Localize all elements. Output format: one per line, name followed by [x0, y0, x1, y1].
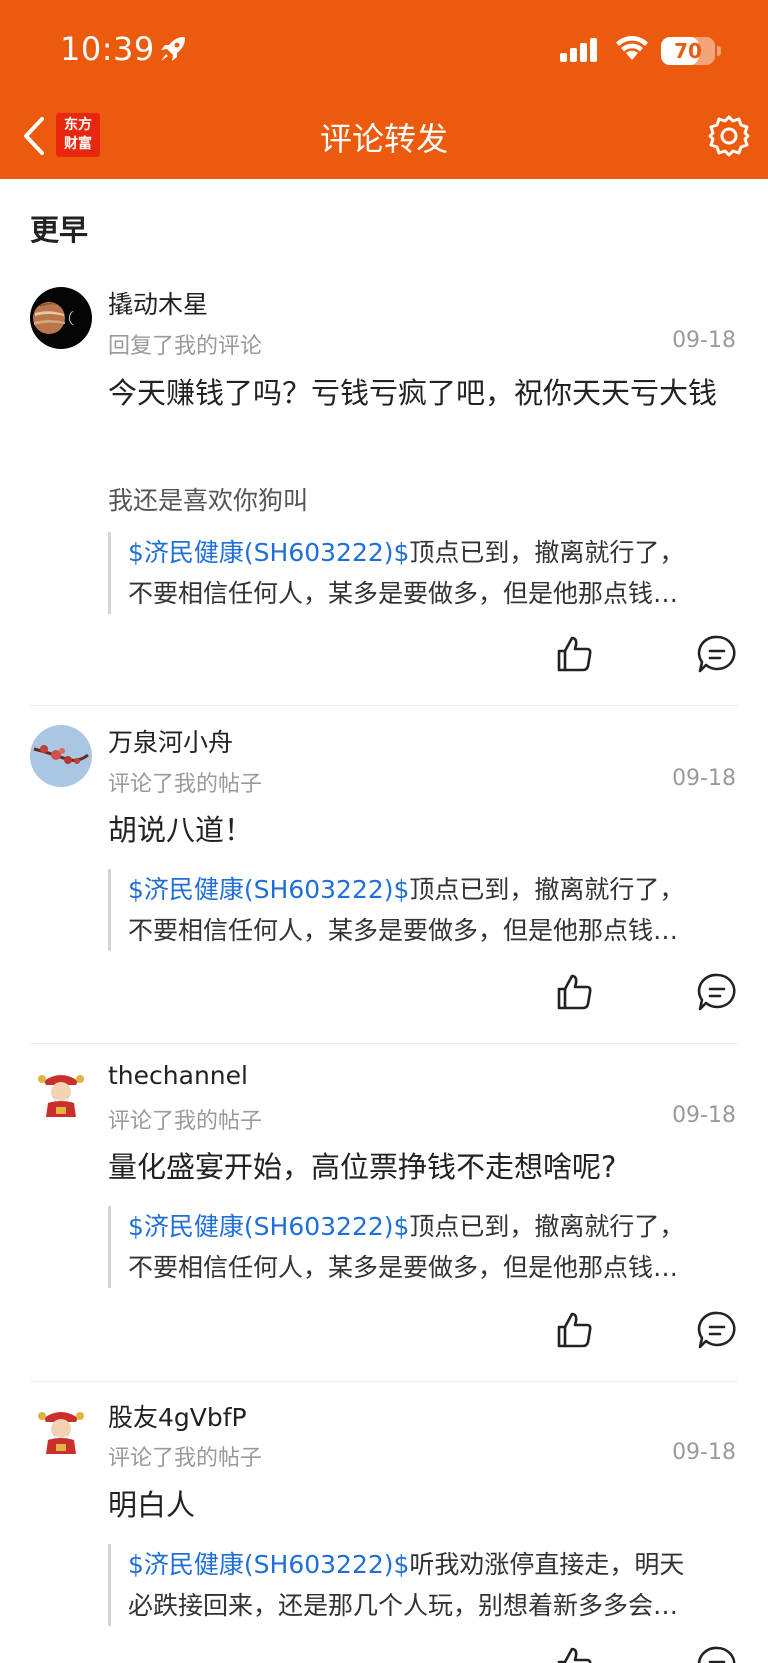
- reply-text: 我还是喜欢你狗叫: [108, 486, 309, 515]
- battery-indicator: 70: [661, 37, 715, 65]
- date: 09-18: [672, 1440, 736, 1465]
- action-text: 评论了我的帖子: [108, 772, 263, 797]
- divider: [30, 1381, 738, 1382]
- thumbs-up-icon[interactable]: [555, 634, 595, 674]
- avatar[interactable]: [30, 1400, 92, 1462]
- battery-text: 70: [674, 39, 702, 63]
- username[interactable]: thechannel: [108, 1061, 248, 1090]
- quote-text: 顶点已到，撤离就行了，: [409, 875, 685, 904]
- stock-ticker-link[interactable]: $济民健康(SH603222)$: [128, 875, 409, 904]
- username[interactable]: 万泉河小舟: [108, 723, 233, 759]
- comment-bubble-icon[interactable]: [697, 634, 737, 674]
- gear-icon[interactable]: [707, 114, 751, 158]
- rocket-icon: [161, 37, 185, 61]
- quote-text: 顶点已到，撤离就行了，: [409, 1212, 685, 1241]
- quote-text-line2: 不要相信任何人，某多是要做多，但是他那点钱…: [128, 579, 679, 608]
- battery-tip: [717, 46, 721, 56]
- thumbs-up-icon[interactable]: [555, 1645, 595, 1663]
- username[interactable]: 股友4gVbfP: [108, 1398, 247, 1434]
- quoted-post[interactable]: $济民健康(SH603222)$听我劝涨停直接走，明天 必跌接回来，还是那几个人…: [108, 1544, 738, 1626]
- comment-text[interactable]: 今天赚钱了吗？亏钱亏疯了吧，祝你天天亏大钱: [108, 371, 728, 415]
- stock-ticker-link[interactable]: $济民健康(SH603222)$: [128, 1550, 409, 1579]
- date: 09-18: [672, 766, 736, 791]
- action-text: 评论了我的帖子: [108, 1446, 263, 1471]
- avatar[interactable]: [30, 725, 92, 787]
- stock-ticker-link[interactable]: $济民健康(SH603222)$: [128, 1212, 409, 1241]
- date: 09-18: [672, 1103, 736, 1128]
- avatar[interactable]: [30, 1063, 92, 1125]
- avatar[interactable]: [30, 287, 92, 349]
- date: 09-18: [672, 328, 736, 353]
- username[interactable]: 撬动木星: [108, 285, 208, 321]
- action-text: 评论了我的帖子: [108, 1109, 263, 1134]
- wifi-icon: [616, 36, 648, 60]
- signal-icon: [560, 38, 597, 62]
- divider: [30, 1043, 738, 1044]
- comment-text[interactable]: 胡说八道！: [108, 808, 728, 852]
- page-title: 评论转发: [319, 120, 448, 158]
- comment-bubble-icon[interactable]: [697, 972, 737, 1012]
- comment-bubble-icon[interactable]: [697, 1310, 737, 1350]
- comment-bubble-icon[interactable]: [697, 1645, 737, 1663]
- quote-text-line2: 必跌接回来，还是那几个人玩，别想着新多多会…: [128, 1591, 679, 1620]
- quote-text-line2: 不要相信任何人，某多是要做多，但是他那点钱…: [128, 1253, 679, 1282]
- comment-text[interactable]: 量化盛宴开始，高位票挣钱不走想啥呢?: [108, 1145, 728, 1189]
- section-title: 更早: [30, 213, 89, 247]
- quote-text: 顶点已到，撤离就行了，: [409, 538, 685, 567]
- quote-text: 听我劝涨停直接走，明天: [409, 1550, 685, 1579]
- divider: [30, 705, 738, 706]
- thumbs-up-icon[interactable]: [555, 1310, 595, 1350]
- quoted-post[interactable]: $济民健康(SH603222)$顶点已到，撤离就行了， 不要相信任何人，某多是要…: [108, 1206, 738, 1288]
- quoted-post[interactable]: $济民健康(SH603222)$顶点已到，撤离就行了， 不要相信任何人，某多是要…: [108, 532, 738, 614]
- comment-text[interactable]: 明白人: [108, 1483, 728, 1527]
- action-text: 回复了我的评论: [108, 334, 263, 359]
- header-bar: 10:39 70 东方 财富 评论转发: [0, 0, 768, 179]
- thumbs-up-icon[interactable]: [555, 972, 595, 1012]
- stock-ticker-link[interactable]: $济民健康(SH603222)$: [128, 538, 409, 567]
- quoted-post[interactable]: $济民健康(SH603222)$顶点已到，撤离就行了， 不要相信任何人，某多是要…: [108, 869, 738, 951]
- quote-text-line2: 不要相信任何人，某多是要做多，但是他那点钱…: [128, 916, 679, 945]
- status-time: 10:39: [60, 30, 155, 68]
